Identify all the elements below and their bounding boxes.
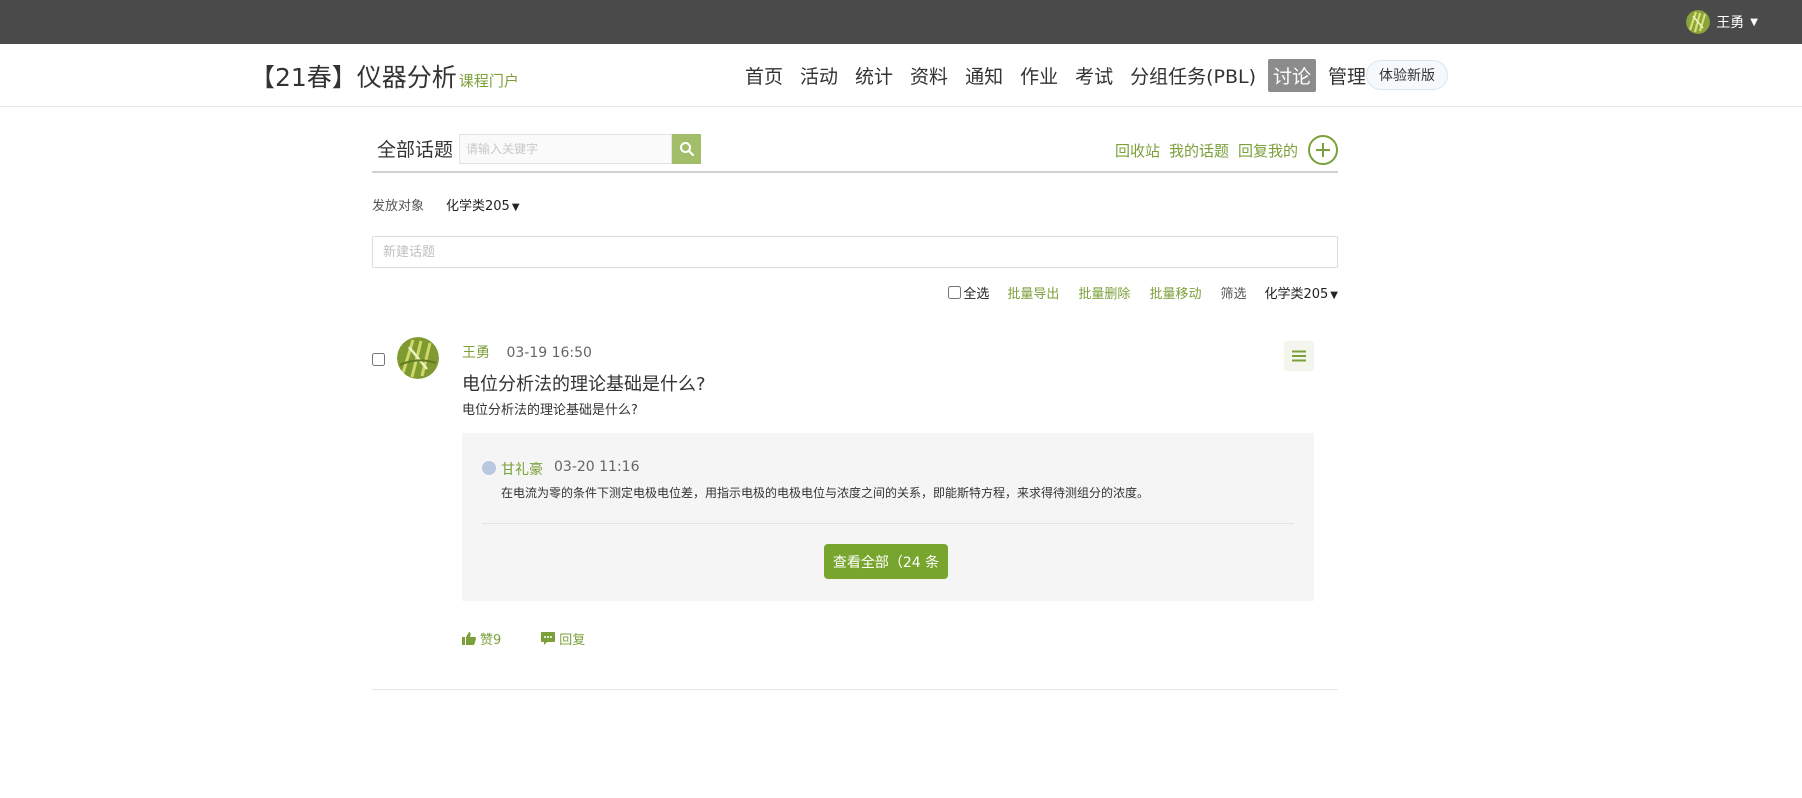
plus-icon xyxy=(1316,143,1330,157)
topic-time: 03-19 16:50 xyxy=(506,345,592,361)
topic-body: 电位分析法的理论基础是什么? xyxy=(462,403,638,418)
topic-checkbox[interactable] xyxy=(372,353,385,366)
target-label: 发放对象 xyxy=(372,199,425,214)
reply-preview: 甘礼豪 03-20 11:16 在电流为零的条件下测定电极电位差，用指示电极的电… xyxy=(462,433,1314,601)
reply-avatar xyxy=(482,461,496,475)
course-name: 【21春】仪器分析 xyxy=(250,63,457,92)
all-topics-title: 全部话题 xyxy=(377,139,454,161)
filter-label: 筛选 xyxy=(1220,287,1247,302)
topic-item: 王勇 03-19 16:50 电位分析法的理论基础是什么? 电位分析法的理论基础… xyxy=(372,333,1338,690)
topic-title[interactable]: 电位分析法的理论基础是什么? xyxy=(462,370,706,396)
reply-time: 03-20 11:16 xyxy=(554,459,640,475)
add-topic-button[interactable] xyxy=(1308,135,1338,165)
reply-text: 在电流为零的条件下测定电极电位差，用指示电极的电极电位与浓度之间的关系，即能斯特… xyxy=(501,486,1150,500)
topic-actions: 赞9 回复 xyxy=(462,629,625,648)
filter-value: 化学类205 xyxy=(1264,287,1329,302)
topic-menu-button[interactable] xyxy=(1284,341,1314,371)
topic-author[interactable]: 王勇 xyxy=(462,345,490,361)
topic-links: 回收站 我的话题 回复我的 xyxy=(1106,135,1338,165)
user-name: 王勇 xyxy=(1716,15,1745,31)
nav-home[interactable]: 首页 xyxy=(740,59,788,92)
view-all-replies-button[interactable]: 查看全部（24 条 xyxy=(824,544,948,579)
course-title: 【21春】仪器分析 课程门户 xyxy=(250,58,519,94)
user-menu[interactable]: 王勇 ▼ xyxy=(1686,10,1758,34)
like-count: 赞9 xyxy=(480,633,502,648)
reply-author[interactable]: 甘礼豪 xyxy=(501,459,543,479)
target-select[interactable]: 化学类205 ▼ xyxy=(446,195,520,214)
nav-exams[interactable]: 考试 xyxy=(1070,59,1118,92)
author-avatar xyxy=(397,337,439,379)
topic-toolbar: 全部话题 回收站 我的话题 回复我的 xyxy=(372,107,1338,173)
recycle-bin-link[interactable]: 回收站 xyxy=(1115,140,1160,161)
course-portal-link[interactable]: 课程门户 xyxy=(459,72,519,90)
target-value: 化学类205 xyxy=(446,199,510,214)
user-avatar xyxy=(1686,10,1711,34)
target-audience-row: 发放对象 化学类205 ▼ xyxy=(372,195,520,214)
batch-move-link[interactable]: 批量移动 xyxy=(1149,283,1201,302)
main-nav: 首页 活动 统计 资料 通知 作业 考试 分组任务(PBL) 讨论 管理 xyxy=(740,59,1378,92)
nav-group-tasks[interactable]: 分组任务(PBL) xyxy=(1125,59,1261,92)
hamburger-menu-icon xyxy=(1292,350,1306,362)
chevron-down-icon: ▼ xyxy=(1330,290,1338,301)
nav-activities[interactable]: 活动 xyxy=(795,59,843,92)
batch-actions: 全选 批量导出 批量删除 批量移动 筛选 化学类205 ▼ xyxy=(948,283,1338,302)
top-bar: 王勇 ▼ xyxy=(0,0,1802,44)
search-button[interactable] xyxy=(672,134,701,164)
nav-homework[interactable]: 作业 xyxy=(1015,59,1063,92)
select-all-checkbox[interactable] xyxy=(948,286,962,299)
comment-icon xyxy=(541,632,556,645)
batch-delete-link[interactable]: 批量删除 xyxy=(1078,283,1130,302)
select-all-label[interactable]: 全选 xyxy=(963,283,989,302)
reply-button[interactable]: 回复 xyxy=(541,629,585,648)
search-input[interactable] xyxy=(459,134,672,164)
topic-meta: 王勇 03-19 16:50 xyxy=(462,342,592,362)
replies-to-me-link[interactable]: 回复我的 xyxy=(1238,140,1298,161)
discussion-panel: 全部话题 回收站 我的话题 回复我的 发放对象 化学类205▼ 全选 批量导出 xyxy=(372,107,1338,690)
filter-select[interactable]: 化学类205 ▼ xyxy=(1264,283,1338,302)
chevron-down-icon: ▼ xyxy=(1750,16,1758,28)
search-icon xyxy=(679,142,694,157)
nav-manage[interactable]: 管理 xyxy=(1323,59,1371,92)
chevron-down-icon: ▼ xyxy=(511,202,520,213)
try-new-version-button[interactable]: 体验新版 xyxy=(1366,60,1448,90)
reply-divider xyxy=(482,523,1294,524)
like-button[interactable]: 赞9 xyxy=(462,629,501,648)
my-topics-link[interactable]: 我的话题 xyxy=(1169,140,1229,161)
nav-materials[interactable]: 资料 xyxy=(905,59,953,92)
nav-notices[interactable]: 通知 xyxy=(960,59,1008,92)
nav-discussion[interactable]: 讨论 xyxy=(1268,59,1317,92)
course-header: 【21春】仪器分析 课程门户 首页 活动 统计 资料 通知 作业 考试 分组任务(… xyxy=(0,44,1802,107)
thumbs-up-icon xyxy=(462,632,476,645)
nav-statistics[interactable]: 统计 xyxy=(850,59,898,92)
new-topic-input[interactable] xyxy=(372,236,1338,268)
reply-label: 回复 xyxy=(559,633,586,648)
batch-export-link[interactable]: 批量导出 xyxy=(1007,283,1059,302)
